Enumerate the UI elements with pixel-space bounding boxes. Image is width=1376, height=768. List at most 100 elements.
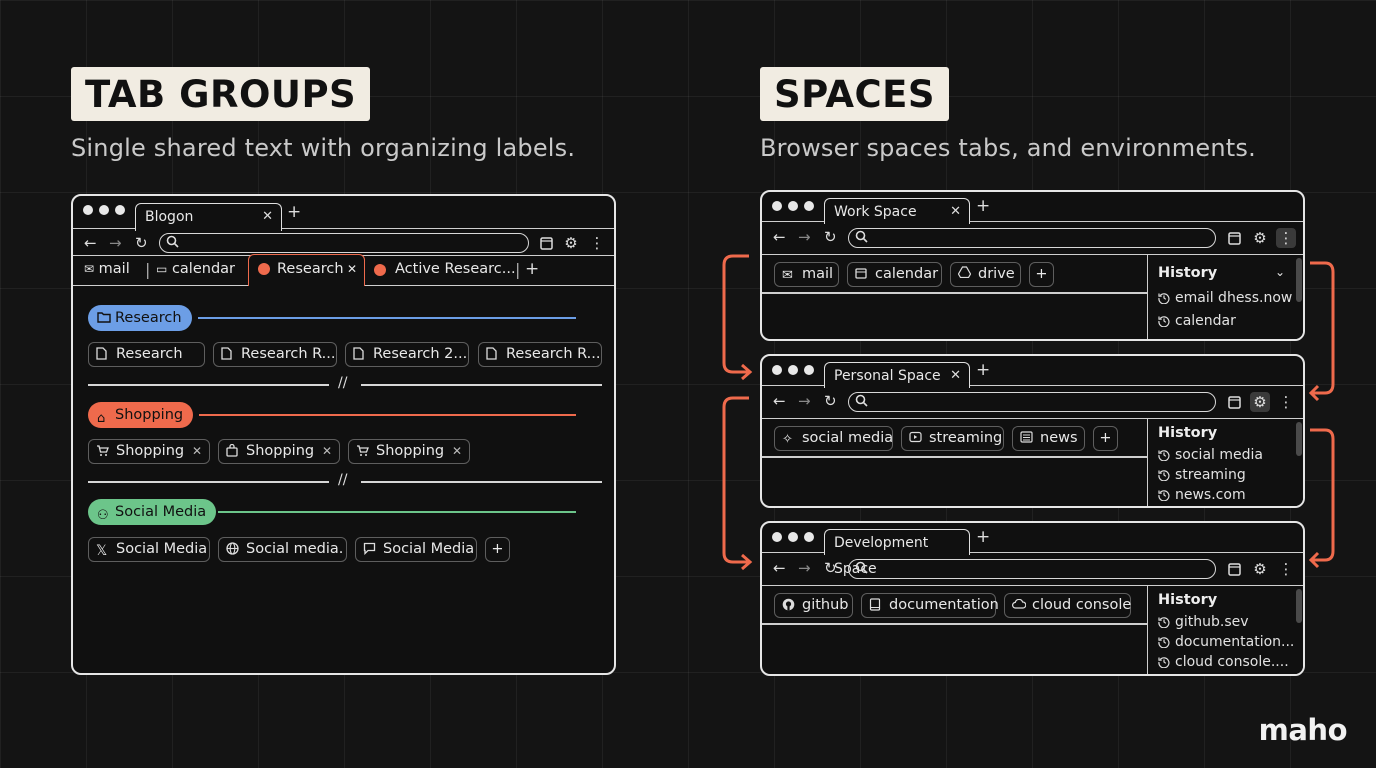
space-chip[interactable]: news xyxy=(1012,426,1085,451)
reload-icon[interactable]: ↻ xyxy=(824,228,837,246)
close-icon[interactable]: ✕ xyxy=(262,204,273,230)
window-controls[interactable] xyxy=(772,365,814,375)
add-tab-button[interactable]: + xyxy=(485,537,510,562)
history-item[interactable]: documentation... xyxy=(1158,634,1294,650)
divider xyxy=(762,292,1147,294)
history-panel: History social media streaming news.com xyxy=(1147,419,1303,506)
tab-chip[interactable]: Research R... xyxy=(478,342,602,367)
mail-icon: ✉ xyxy=(782,268,793,283)
space-chip[interactable]: documentation xyxy=(861,593,999,618)
address-bar[interactable] xyxy=(159,233,529,253)
add-tab-button[interactable]: + xyxy=(1029,262,1054,287)
tab-bar: Work Space ✕ + xyxy=(762,192,1303,224)
window-controls[interactable] xyxy=(772,532,814,542)
tab-bar: Personal Space ✕ + xyxy=(762,356,1303,388)
browser-tab[interactable]: Blogon ✕ xyxy=(135,203,282,231)
separator xyxy=(361,384,602,386)
history-item[interactable]: streaming xyxy=(1158,467,1246,483)
tab-chip[interactable]: Shopping ✕ xyxy=(218,439,340,464)
scrollbar[interactable] xyxy=(1296,589,1302,623)
window-controls[interactable] xyxy=(772,201,814,211)
group-label-research[interactable]: Research xyxy=(88,305,192,331)
tab-chip[interactable]: Shopping ✕ xyxy=(348,439,470,464)
new-tab-plus-icon[interactable]: + xyxy=(976,527,990,547)
browser-tab[interactable]: Personal Space ✕ xyxy=(824,362,970,388)
new-tab-plus-icon[interactable]: + xyxy=(525,259,539,279)
new-tab-plus-icon[interactable]: + xyxy=(287,202,301,222)
document-icon xyxy=(486,347,497,360)
back-arrow-icon[interactable]: ← xyxy=(84,234,97,252)
forward-arrow-icon[interactable]: → xyxy=(798,228,811,246)
gear-icon[interactable]: ⚙ xyxy=(1250,392,1270,412)
cart-icon xyxy=(96,444,109,457)
reload-icon[interactable]: ↻ xyxy=(824,559,837,577)
tab-chip[interactable]: Research R... xyxy=(213,342,337,367)
search-icon xyxy=(855,561,868,574)
space-chip[interactable]: ✉ mail xyxy=(774,262,839,287)
tab-chip[interactable]: Social media. xyxy=(218,537,347,562)
sidebar-toggle-icon[interactable] xyxy=(1224,559,1244,579)
close-icon[interactable]: ✕ xyxy=(452,440,462,463)
tab-chip[interactable]: 𝕏 Social Media xyxy=(88,537,210,562)
forward-arrow-icon[interactable]: → xyxy=(798,392,811,410)
back-arrow-icon[interactable]: ← xyxy=(773,559,786,577)
gear-icon[interactable]: ⚙ xyxy=(1250,228,1270,248)
space-chip[interactable]: drive xyxy=(950,262,1021,287)
tab-active-research[interactable]: Active Researc... xyxy=(395,261,516,277)
chevron-down-icon[interactable]: ⌄ xyxy=(1275,265,1285,279)
space-chip[interactable]: cloud console xyxy=(1004,593,1131,618)
close-icon[interactable]: ✕ xyxy=(192,440,202,463)
history-item[interactable]: github.sev xyxy=(1158,614,1249,630)
bookmark-calendar[interactable]: ▭ calendar xyxy=(156,261,235,277)
reload-icon[interactable]: ↻ xyxy=(135,234,148,252)
history-item[interactable]: email dhess.now xyxy=(1158,290,1292,306)
more-menu-icon[interactable]: ⋮ xyxy=(1276,228,1296,248)
back-arrow-icon[interactable]: ← xyxy=(773,392,786,410)
tab-title: Blogon xyxy=(145,209,194,225)
space-chip[interactable]: github xyxy=(774,593,853,618)
group-label-shopping[interactable]: ⌂ Shopping xyxy=(88,402,194,428)
forward-arrow-icon[interactable]: → xyxy=(798,559,811,577)
group-label-social-media[interactable]: ⚇ Social Media xyxy=(88,499,217,525)
address-bar[interactable] xyxy=(848,228,1216,248)
new-tab-plus-icon[interactable]: + xyxy=(976,360,990,380)
tab-chip[interactable]: Shopping ✕ xyxy=(88,439,210,464)
sidebar-toggle-icon[interactable] xyxy=(1224,228,1244,248)
connector-arrow-right-1 xyxy=(1308,261,1335,402)
browser-tab[interactable]: Work Space ✕ xyxy=(824,198,970,224)
reload-icon[interactable]: ↻ xyxy=(824,392,837,410)
tab-chip[interactable]: Research xyxy=(88,342,205,367)
navigation-bar: ← → ↻ ⚙ ⋮ xyxy=(762,553,1303,586)
history-item[interactable]: calendar xyxy=(1158,313,1236,329)
more-menu-icon[interactable]: ⋮ xyxy=(587,233,607,253)
address-bar[interactable] xyxy=(848,559,1216,579)
more-menu-icon[interactable]: ⋮ xyxy=(1276,559,1296,579)
close-icon[interactable]: ✕ xyxy=(322,440,332,463)
tab-research[interactable]: Research ✕ xyxy=(248,254,365,286)
space-chip[interactable]: calendar xyxy=(847,262,942,287)
space-chip[interactable]: streaming xyxy=(901,426,1004,451)
tab-chip[interactable]: Research 2... xyxy=(345,342,469,367)
history-item[interactable]: cloud console.... xyxy=(1158,654,1289,670)
gear-icon[interactable]: ⚙ xyxy=(1250,559,1270,579)
window-controls[interactable] xyxy=(83,205,125,215)
new-tab-plus-icon[interactable]: + xyxy=(976,196,990,216)
sidebar-toggle-icon[interactable] xyxy=(1224,392,1244,412)
forward-arrow-icon[interactable]: → xyxy=(109,234,122,252)
history-item[interactable]: social media xyxy=(1158,447,1263,463)
bookmark-mail[interactable]: ✉ mail xyxy=(84,261,130,277)
sidebar-toggle-icon[interactable] xyxy=(536,233,556,253)
history-item[interactable]: news.com xyxy=(1158,487,1246,503)
address-bar[interactable] xyxy=(848,392,1216,412)
browser-tab[interactable]: Development Space xyxy=(824,529,970,577)
add-tab-button[interactable]: + xyxy=(1093,426,1118,451)
gear-icon[interactable]: ⚙ xyxy=(561,233,581,253)
document-icon xyxy=(221,347,232,360)
close-icon[interactable]: ✕ xyxy=(347,262,357,276)
scrollbar[interactable] xyxy=(1296,258,1302,302)
back-arrow-icon[interactable]: ← xyxy=(773,228,786,246)
tab-chip[interactable]: Social Media xyxy=(355,537,477,562)
scrollbar[interactable] xyxy=(1296,422,1302,456)
space-chip[interactable]: ✧ social media xyxy=(774,426,893,451)
more-menu-icon[interactable]: ⋮ xyxy=(1276,392,1296,412)
